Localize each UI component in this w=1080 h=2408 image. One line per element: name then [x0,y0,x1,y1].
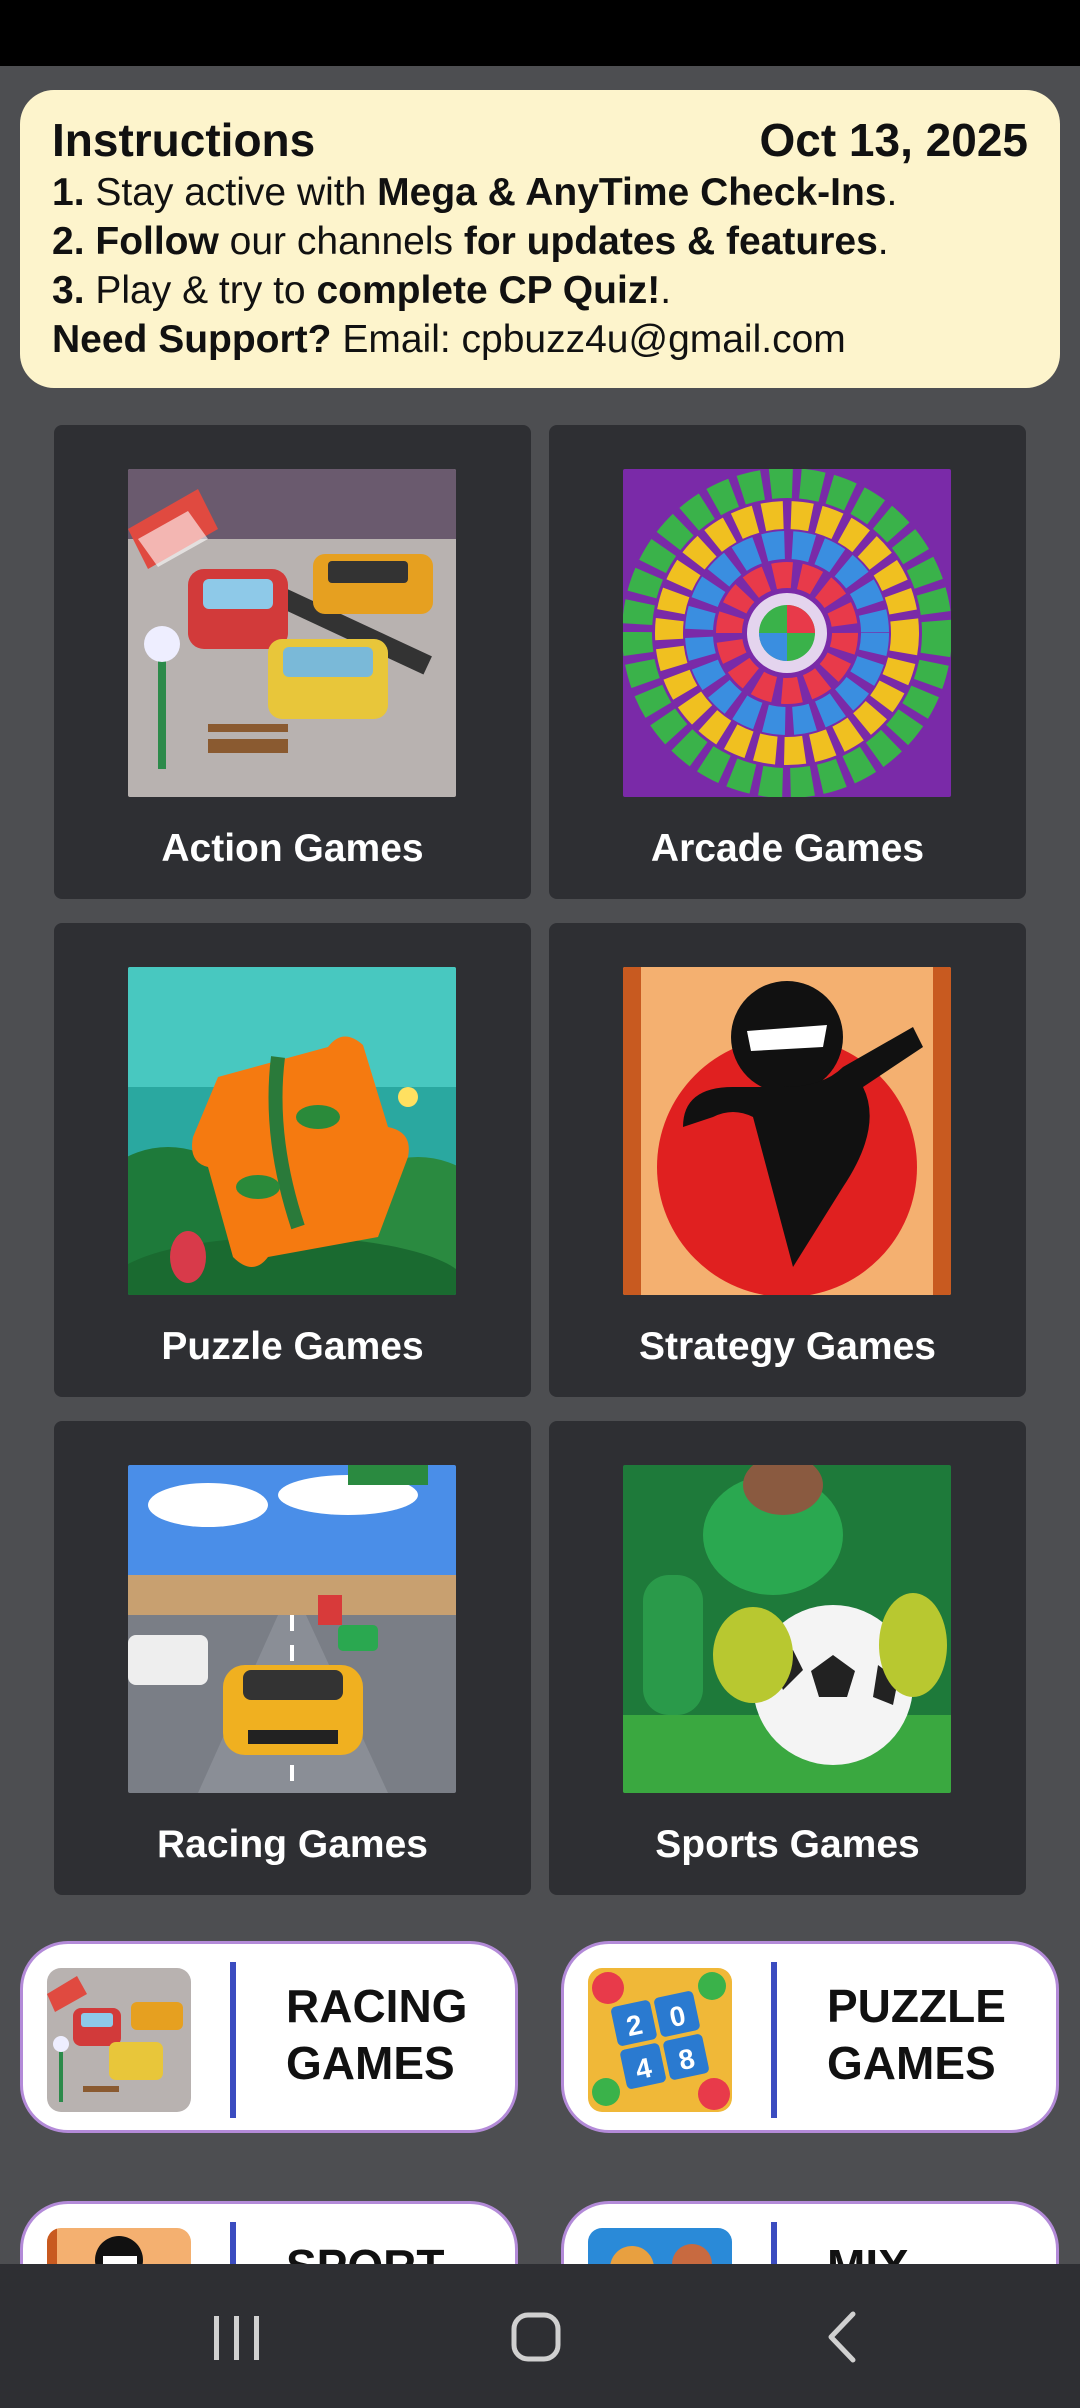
pill-label: PUZZLE GAMES [827,1980,1006,2089]
status-bar [0,0,1080,66]
parking-cars-thumbnail [128,469,456,797]
instructions-date: Oct 13, 2025 [759,114,1028,166]
parking-cars-icon [47,1968,191,2112]
jungle-jigsaw-thumbnail [128,967,456,1295]
support-line: Need Support? Email: cpbuzz4u@gmail.com [52,318,846,361]
ninja-thumbnail [623,967,951,1295]
category-card-action[interactable]: Action Games [54,425,531,899]
highway-racer-thumbnail [128,1465,456,1793]
back-button[interactable] [751,2264,931,2408]
system-navigation-bar [0,2264,1080,2408]
home-button[interactable] [447,2264,627,2408]
2048-puzzle-icon: 2 0 4 8 [588,1968,732,2112]
bubble-shooter-thumbnail [623,469,951,797]
category-label: Puzzle Games [161,1325,424,1368]
instruction-2: 2. Follow our channels for updates & fea… [52,220,889,263]
back-icon [828,2311,856,2363]
pill-divider [771,1962,777,2118]
goalkeeper-thumbnail [623,1465,951,1793]
racing-games-link[interactable]: RACING GAMES [20,1941,518,2133]
instructions-title: Instructions [52,114,316,166]
category-label: Action Games [161,827,424,870]
pill-label: RACING GAMES [286,1980,468,2089]
instructions-panel: Instructions Oct 13, 2025 1. Stay active… [20,90,1060,388]
category-card-strategy[interactable]: Strategy Games [549,923,1026,1397]
category-label: Racing Games [157,1823,428,1866]
category-card-sports[interactable]: Sports Games [549,1421,1026,1895]
puzzle-games-link[interactable]: 2 0 4 8 PUZZLE GAMES [561,1941,1059,2133]
category-card-arcade[interactable]: Arcade Games [549,425,1026,899]
recents-button[interactable] [146,2264,326,2408]
recents-icon [214,2316,259,2360]
category-card-puzzle[interactable]: Puzzle Games [54,923,531,1397]
category-card-racing[interactable]: Racing Games [54,1421,531,1895]
pill-divider [230,1962,236,2118]
category-label: Arcade Games [650,827,925,870]
category-label: Sports Games [655,1823,920,1866]
category-label: Strategy Games [639,1325,936,1368]
instruction-3: 3. Play & try to complete CP Quiz!. [52,269,672,312]
instruction-1: 1. Stay active with Mega & AnyTime Check… [52,171,898,214]
home-icon [511,2312,561,2362]
